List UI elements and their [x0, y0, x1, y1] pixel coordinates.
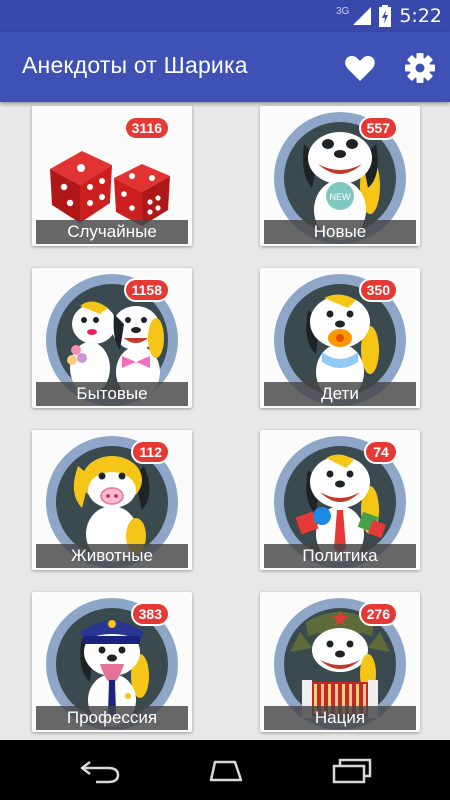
- app-title: Анекдоты от Шарика: [22, 52, 248, 78]
- gear-icon[interactable]: [403, 51, 437, 85]
- category-tile-new[interactable]: NEW 557 Новые: [260, 106, 420, 246]
- navigation-bar: [0, 740, 450, 800]
- heart-icon[interactable]: [343, 51, 377, 85]
- signal-icon: [353, 7, 372, 25]
- back-icon[interactable]: [76, 754, 124, 786]
- category-label: Животные: [36, 544, 188, 568]
- category-label: Новые: [264, 220, 416, 244]
- category-label: Случайные: [36, 220, 188, 244]
- count-badge: 383: [132, 604, 168, 624]
- category-tile-household[interactable]: 1158 Бытовые: [32, 268, 192, 408]
- category-tile-nation[interactable]: 276 Нация: [260, 592, 420, 732]
- count-badge: 350: [360, 280, 396, 300]
- count-badge: 276: [360, 604, 396, 624]
- clock: 5:22: [399, 5, 442, 27]
- category-tile-politics[interactable]: 74 Политика: [260, 430, 420, 570]
- category-tile-animals[interactable]: 112 Животные: [32, 430, 192, 570]
- home-icon[interactable]: [201, 754, 249, 786]
- category-tile-kids[interactable]: 350 Дети: [260, 268, 420, 408]
- category-label: Дети: [264, 382, 416, 406]
- category-grid: 3116 Случайные NEW 557 Новые 1158 Бытовы…: [0, 102, 450, 740]
- battery-charging-icon: [379, 5, 392, 27]
- network-type: 3G: [335, 5, 350, 17]
- category-label: Бытовые: [36, 382, 188, 406]
- count-badge: 1158: [125, 280, 168, 300]
- category-label: Нация: [264, 706, 416, 730]
- category-label: Политика: [264, 544, 416, 568]
- svg-text:NEW: NEW: [330, 192, 352, 202]
- count-badge: 3116: [125, 118, 168, 138]
- count-badge: 112: [133, 442, 168, 462]
- category-label: Профессия: [36, 706, 188, 730]
- status-bar: 3G 5:22: [0, 0, 450, 32]
- category-tile-random[interactable]: 3116 Случайные: [32, 106, 192, 246]
- app-bar: Анекдоты от Шарика: [0, 32, 450, 102]
- recents-icon[interactable]: [328, 754, 376, 786]
- status-icons: 3G 5:22: [336, 0, 442, 32]
- count-badge: 557: [360, 118, 396, 138]
- count-badge: 74: [366, 442, 396, 462]
- category-tile-profession[interactable]: 383 Профессия: [32, 592, 192, 732]
